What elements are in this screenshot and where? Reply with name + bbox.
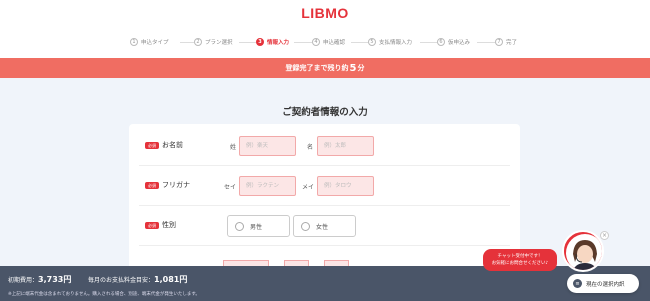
initial-fee-label: 初期費用： <box>8 277 39 284</box>
remaining-time-banner: 登録完了まで残り約 5 分 <box>0 58 650 78</box>
libmo-logo[interactable]: LIBMO <box>0 5 650 21</box>
monthly-fee: 毎月のお支払料金目安：1,081円 <box>88 274 187 285</box>
gender-female-option[interactable]: 女性 <box>293 215 356 237</box>
chat-line-2: お気軽にお問合せください♪ <box>491 261 549 266</box>
step-connector <box>239 42 256 43</box>
sei-kana-label: セイ <box>224 184 237 191</box>
sei-label: 姓 <box>230 144 237 151</box>
step-connector <box>294 42 312 43</box>
name-label: お名前 <box>162 141 183 149</box>
mei-label: 名 <box>307 144 314 151</box>
required-badge: 必須 <box>145 142 159 149</box>
required-badge: 必須 <box>145 222 159 229</box>
step-label: 情報入力 <box>267 40 290 46</box>
mei-kana-label: メイ <box>302 184 315 191</box>
step-label: プラン選択 <box>205 40 233 46</box>
step-label: 申込確認 <box>323 40 346 46</box>
initial-fee-value: 3,733円 <box>38 275 72 284</box>
step-6: 6 仮申込み <box>437 36 470 48</box>
radio-circle-icon <box>301 221 310 231</box>
step-number: 1 <box>130 38 138 46</box>
current-selection-label: 現在の選択内訳 <box>586 281 625 288</box>
last-name-input[interactable]: 例）楽天 <box>239 136 296 156</box>
gender-female-label: 女性 <box>316 223 329 231</box>
chat-line-1: チャット受付中です！ <box>497 254 543 259</box>
step-number: 2 <box>194 38 202 46</box>
current-selection-button[interactable]: ≡ 現在の選択内訳 <box>567 274 639 293</box>
chat-bubble[interactable]: チャット受付中です！ お気軽にお問合せください♪ <box>483 249 557 271</box>
banner-suffix: 分 <box>357 64 365 72</box>
banner-prefix: 登録完了まで残り約 <box>285 64 349 72</box>
required-badge: 必須 <box>145 182 159 189</box>
progress-steps: 1 申込タイプ 2 プラン選択 3 情報入力 4 申込確認 5 支払情報入力 6 仮申込み … <box>0 36 650 48</box>
step-connector <box>477 42 495 43</box>
step-label: 仮申込み <box>448 40 471 46</box>
gender-male-label: 男性 <box>250 223 263 231</box>
gender-male-option[interactable]: 男性 <box>227 215 290 237</box>
step-3-current: 3 情報入力 <box>256 36 289 48</box>
step-connector <box>351 42 368 43</box>
step-number: 7 <box>495 38 503 46</box>
initial-fee: 初期費用：3,733円 <box>8 274 71 285</box>
chat-operator-avatar[interactable] <box>562 230 604 272</box>
step-4: 4 申込確認 <box>312 36 345 48</box>
step-1: 1 申込タイプ <box>130 36 169 48</box>
fee-note: ※上記に端末代金は含まれておりません。購入される場合、別途、端末代金が発生いたし… <box>8 292 200 297</box>
first-name-input[interactable]: 例）太郎 <box>317 136 374 156</box>
kana-label: フリガナ <box>162 181 190 189</box>
step-2: 2 プラン選択 <box>194 36 233 48</box>
monthly-fee-value: 1,081円 <box>154 275 188 284</box>
fee-summary-bar: 初期費用：3,733円 毎月のお支払料金目安：1,081円 ※上記に端末代金は含… <box>0 266 650 301</box>
step-number: 5 <box>368 38 376 46</box>
step-label: 支払情報入力 <box>379 40 413 46</box>
header: LIBMO 1 申込タイプ 2 プラン選択 3 情報入力 4 申込確認 5 支払情報入力 … <box>0 0 650 58</box>
step-number: 6 <box>437 38 445 46</box>
list-icon: ≡ <box>573 279 582 288</box>
banner-minutes: 5 <box>349 62 357 74</box>
step-number: 4 <box>312 38 320 46</box>
radio-circle-icon <box>235 221 244 231</box>
step-label: 完了 <box>506 40 518 46</box>
step-number: 3 <box>256 38 264 46</box>
step-connector <box>180 42 194 43</box>
chat-close-icon[interactable]: × <box>600 231 609 240</box>
step-5: 5 支払情報入力 <box>368 36 412 48</box>
kana-row: 必須 フリガナ セイ 例）ラクテン メイ 例）タロウ <box>139 166 510 206</box>
first-name-kana-input[interactable]: 例）タロウ <box>317 176 374 196</box>
last-name-kana-input[interactable]: 例）ラクテン <box>239 176 296 196</box>
monthly-fee-label: 毎月のお支払料金目安： <box>88 277 155 284</box>
page-title: ご契約者情報の入力 <box>282 107 368 118</box>
gender-row: 必須 性別 男性 女性 <box>139 206 510 246</box>
step-label: 申込タイプ <box>141 40 169 46</box>
step-7: 7 完了 <box>495 36 517 48</box>
step-connector <box>420 42 437 43</box>
contractor-form-card: 必須 お名前 姓 例）楽天 名 例）太郎 必須 フリガナ セイ 例）ラクテン メ… <box>129 124 520 274</box>
gender-label: 性別 <box>162 221 176 229</box>
name-row: 必須 お名前 姓 例）楽天 名 例）太郎 <box>139 126 510 166</box>
